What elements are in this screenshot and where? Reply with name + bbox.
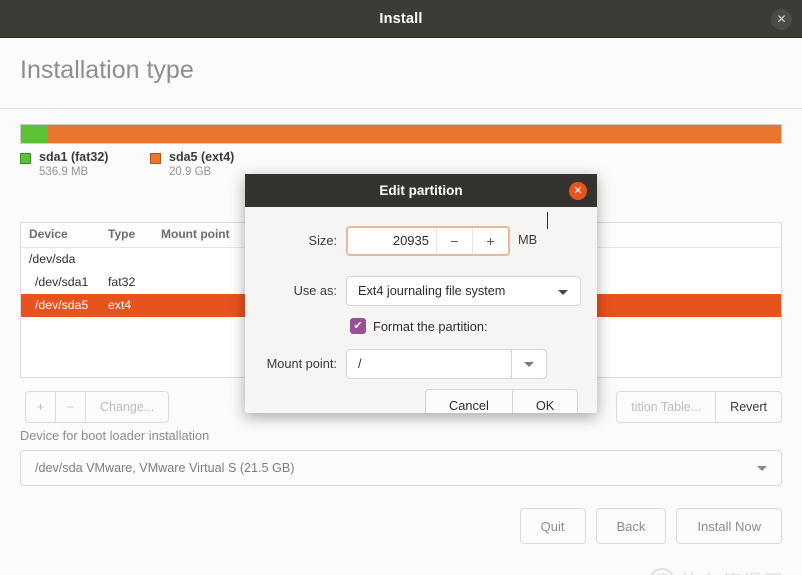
watermark-badge: 值 (649, 567, 675, 575)
chevron-down-icon (524, 362, 534, 367)
dialog-titlebar: Edit partition ✕ (245, 174, 597, 207)
size-spinner[interactable]: 20935 − + (346, 226, 510, 256)
partition-usage-bar (20, 124, 782, 144)
mount-point-input[interactable]: / (346, 349, 512, 379)
header-divider (0, 108, 802, 109)
partition-segment-sda1 (21, 125, 48, 143)
install-now-button[interactable]: Install Now (676, 508, 782, 544)
legend-swatch-icon (150, 153, 161, 164)
use-as-value: Ext4 journaling file system (358, 284, 506, 298)
size-label: Size: (308, 233, 337, 248)
chevron-down-icon (558, 290, 568, 295)
window-titlebar: Install ✕ (0, 0, 802, 38)
checkmark-icon: ✔ (350, 318, 366, 334)
back-button[interactable]: Back (595, 508, 667, 544)
window-title: Install (379, 11, 423, 27)
legend-name: sda1 (fat32) (39, 150, 109, 164)
mount-point-dropdown-button[interactable] (511, 349, 547, 379)
cell-device: /dev/sda1 (35, 275, 89, 289)
close-icon[interactable]: ✕ (569, 182, 587, 200)
dialog-body: Size: 20935 − + MB Use as: Ext4 journali… (245, 207, 597, 413)
legend-name: sda5 (ext4) (169, 150, 235, 164)
legend-size: 536.9 MB (39, 166, 89, 178)
size-decrement-button[interactable]: − (436, 228, 472, 254)
use-as-label: Use as: (293, 283, 337, 298)
text-cursor (547, 212, 548, 229)
legend-size: 20.9 GB (169, 166, 212, 178)
cell-type: ext4 (108, 298, 132, 312)
dialog-title: Edit partition (379, 183, 463, 198)
partition-toolbar-right: tition Table... Revert (616, 391, 782, 423)
format-partition-label: Format the partition: (373, 318, 488, 334)
revert-button[interactable]: Revert (715, 391, 782, 423)
mount-point-value: / (358, 357, 362, 371)
size-unit-label: MB (518, 232, 538, 247)
use-as-select[interactable]: Ext4 journaling file system (346, 276, 581, 306)
bootloader-device-value: /dev/sda VMware, VMware Virtual S (21.5 … (35, 461, 295, 475)
size-input[interactable]: 20935 (348, 228, 436, 254)
footer-buttons: Quit Back Install Now (519, 508, 782, 544)
page-title: Installation type (20, 56, 194, 84)
remove-partition-button[interactable]: − (55, 391, 85, 423)
column-header-mount-point: Mount point (161, 227, 230, 241)
edit-partition-dialog: Edit partition ✕ Size: 20935 − + MB Use … (245, 174, 597, 413)
chevron-down-icon (757, 466, 767, 471)
add-partition-button[interactable]: + (25, 391, 55, 423)
change-partition-button[interactable]: Change... (85, 391, 170, 423)
format-partition-checkbox[interactable]: ✔ Format the partition: (350, 318, 488, 334)
close-icon[interactable]: ✕ (771, 9, 792, 30)
watermark-text: 什么值得买 (679, 566, 784, 575)
legend-swatch-icon (20, 153, 31, 164)
ok-button[interactable]: OK (511, 389, 579, 413)
cancel-button[interactable]: Cancel (425, 389, 512, 413)
size-increment-button[interactable]: + (472, 228, 508, 254)
install-window: Install ✕ Installation type sda1 (fat32)… (0, 0, 802, 575)
quit-button[interactable]: Quit (519, 508, 586, 544)
column-header-device: Device (29, 227, 68, 241)
partition-toolbar-left: + − Change... (25, 391, 170, 423)
column-header-type: Type (108, 227, 136, 241)
bootloader-label: Device for boot loader installation (20, 428, 210, 443)
new-partition-table-button[interactable]: tition Table... (616, 391, 716, 423)
cell-device: /dev/sda (29, 252, 76, 266)
mount-point-label: Mount point: (266, 356, 337, 371)
dialog-buttons: Cancel OK (425, 389, 579, 413)
bootloader-device-select[interactable]: /dev/sda VMware, VMware Virtual S (21.5 … (20, 450, 782, 486)
cell-type: fat32 (108, 275, 136, 289)
partition-segment-sda5 (47, 125, 781, 143)
watermark: 值 什么值得买 (649, 566, 784, 575)
cell-device: /dev/sda5 (35, 298, 89, 312)
